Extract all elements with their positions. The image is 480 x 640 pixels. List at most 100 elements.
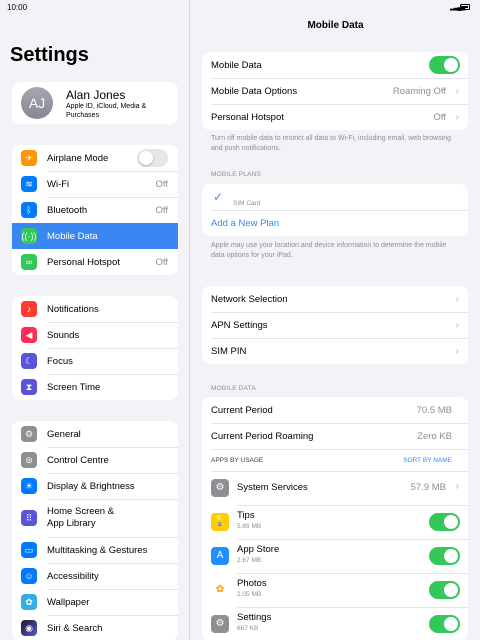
app-usage: 2.05 MB [237,591,262,598]
plans-note: Apple may use your location and device i… [211,242,447,259]
mobile-data-options-row[interactable]: Mobile Data Options Roaming Off › [202,78,468,104]
app-row-system-services[interactable]: ⚙ System Services 57.9 MB › [202,471,468,505]
avatar: AJ [21,87,53,119]
mobile-data-row: Mobile Data [202,52,468,78]
sidebar-item-siri-search[interactable]: ◉ Siri & Search [12,615,178,640]
mobile-data-note: Turn off mobile data to restrict all dat… [211,135,452,152]
add-plan-link[interactable]: Add a New Plan [211,218,279,229]
sidebar-item-focus[interactable]: ☾ Focus [12,348,178,374]
personal-hotspot-row[interactable]: Personal Hotspot Off › [202,104,468,130]
sidebar-item-multitasking[interactable]: ▭ Multitasking & Gestures [12,537,178,563]
sidebar-item-control-centre[interactable]: ⊜ Control Centre [12,447,178,473]
status-right: ▂▃▄▅ [450,3,470,11]
battery-icon [460,4,470,10]
airplane-mode-toggle[interactable] [137,149,168,167]
sidebar-item-value: Off [155,178,169,190]
grid-icon: ⠿ [21,510,37,526]
connectivity-group: ✈ Airplane Mode ≋ Wi-Fi Off ᛒ Bluetooth … [12,145,178,275]
multitask-icon: ▭ [21,542,37,558]
sidebar-item-label: Display & Brightness [47,480,135,492]
app-data-toggle[interactable] [429,581,460,599]
current-period-value: 70.5 MB [416,404,452,416]
settings-title: Settings [10,44,89,66]
sidebar-item-sounds[interactable]: ◀ Sounds [12,322,178,348]
usage-card: Current Period 70.5 MB Current Period Ro… [202,397,468,640]
current-period-label: Current Period [211,404,273,416]
sim-pin-row[interactable]: SIM PIN › [202,338,468,364]
app-name: Tips [237,510,255,521]
sidebar-item-wallpaper[interactable]: ✿ Wallpaper [12,589,178,615]
mobile-data-header: MOBILE DATA [211,385,256,392]
accessibility-icon: ☺ [21,568,37,584]
sidebar-item-wifi[interactable]: ≋ Wi-Fi Off [12,171,178,197]
speaker-icon: ◀ [21,327,37,343]
current-period-roaming-label: Current Period Roaming [211,430,314,442]
apn-settings-row[interactable]: APN Settings › [202,312,468,338]
sidebar-item-label: Control Centre [47,454,109,466]
app-data-toggle[interactable] [429,513,460,531]
app-data-toggle[interactable] [429,547,460,565]
siri-icon: ◉ [21,620,37,636]
sort-by-name-button[interactable]: SORT BY NAME [403,457,452,464]
sidebar-item-airplane-mode[interactable]: ✈ Airplane Mode [12,145,178,171]
personal-hotspot-label: Personal Hotspot [211,111,284,123]
apps-by-usage-header: APPS BY USAGE SORT BY NAME [202,449,468,471]
profile-name: Alan Jones [66,88,126,102]
photos-icon: ✿ [211,581,229,599]
chevron-right-icon: › [455,111,459,123]
sidebar-item-label: General [47,428,81,440]
mobile-data-toggle[interactable] [429,56,460,74]
chevron-right-icon: › [455,319,459,331]
chevron-right-icon: › [455,345,459,357]
sim-pin-label: SIM PIN [211,345,247,357]
sidebar-item-label: Sounds [47,329,80,341]
profile-subtitle: Apple ID, iCloud, Media & Purchases [66,103,147,119]
sidebar-item-personal-hotspot[interactable]: ∞ Personal Hotspot Off [12,249,178,275]
sidebar-item-display-brightness[interactable]: ☀ Display & Brightness [12,473,178,499]
gear-icon: ⚙ [21,426,37,442]
sidebar-item-label: Focus [47,355,73,367]
status-time: 10:00 [7,3,28,12]
add-plan-row[interactable]: Add a New Plan [202,210,468,236]
app-row-photos: ✿ Photos 2.05 MB [202,573,468,607]
sidebar-item-mobile-data[interactable]: ((·)) Mobile Data [12,223,178,249]
status-bar: 10:00 [0,0,189,14]
sidebar-item-screen-time[interactable]: ⧗ Screen Time [12,374,178,400]
switches-icon: ⊜ [21,452,37,468]
sidebar-item-label: Airplane Mode [47,152,109,164]
chevron-right-icon: › [455,481,459,492]
sidebar-item-home-screen[interactable]: ⠿ Home Screen & App Library [12,499,178,537]
app-usage: 667 KB [237,625,259,632]
sidebar-item-label: Personal Hotspot [47,256,120,268]
app-data-toggle[interactable] [429,615,460,633]
sim-card-row[interactable]: ✓ SIM Card [202,184,468,210]
sidebar-item-label: Home Screen & App Library [47,506,115,529]
app-name: Photos [237,578,267,589]
network-selection-row[interactable]: Network Selection › [202,286,468,312]
sidebar: 10:00 Settings AJ Alan Jones Apple ID, i… [0,0,190,640]
profile-card[interactable]: AJ Alan Jones Apple ID, iCloud, Media & … [12,82,178,124]
page-title: Mobile Data [307,20,364,31]
gear-icon: ⚙ [211,615,229,633]
sidebar-item-value: Off [155,204,169,216]
app-row-tips: 💡 Tips 5.85 MB [202,505,468,539]
mobile-data-options-value: Roaming Off [392,85,446,97]
checkmark-icon: ✓ [213,190,224,204]
flower-icon: ✿ [21,594,37,610]
sidebar-item-notifications[interactable]: ♪ Notifications [12,296,178,322]
network-selection-label: Network Selection [211,293,288,305]
sidebar-item-label: Multitasking & Gestures [47,544,148,556]
sidebar-item-accessibility[interactable]: ☺ Accessibility [12,563,178,589]
app-name: System Services [237,482,308,493]
sidebar-item-general[interactable]: ⚙ General [12,421,178,447]
sidebar-item-label: Bluetooth [47,204,88,216]
network-card: Network Selection › APN Settings › SIM P… [202,286,468,364]
sidebar-item-label: Siri & Search [47,622,103,634]
notifications-group: ♪ Notifications ◀ Sounds ☾ Focus ⧗ Scree… [12,296,178,400]
lightbulb-icon: 💡 [211,513,229,531]
sidebar-item-label: Notifications [47,303,99,315]
sidebar-item-bluetooth[interactable]: ᛒ Bluetooth Off [12,197,178,223]
current-period-roaming-value: Zero KB [417,430,452,442]
moon-icon: ☾ [21,353,37,369]
sidebar-item-value: Off [155,256,169,268]
